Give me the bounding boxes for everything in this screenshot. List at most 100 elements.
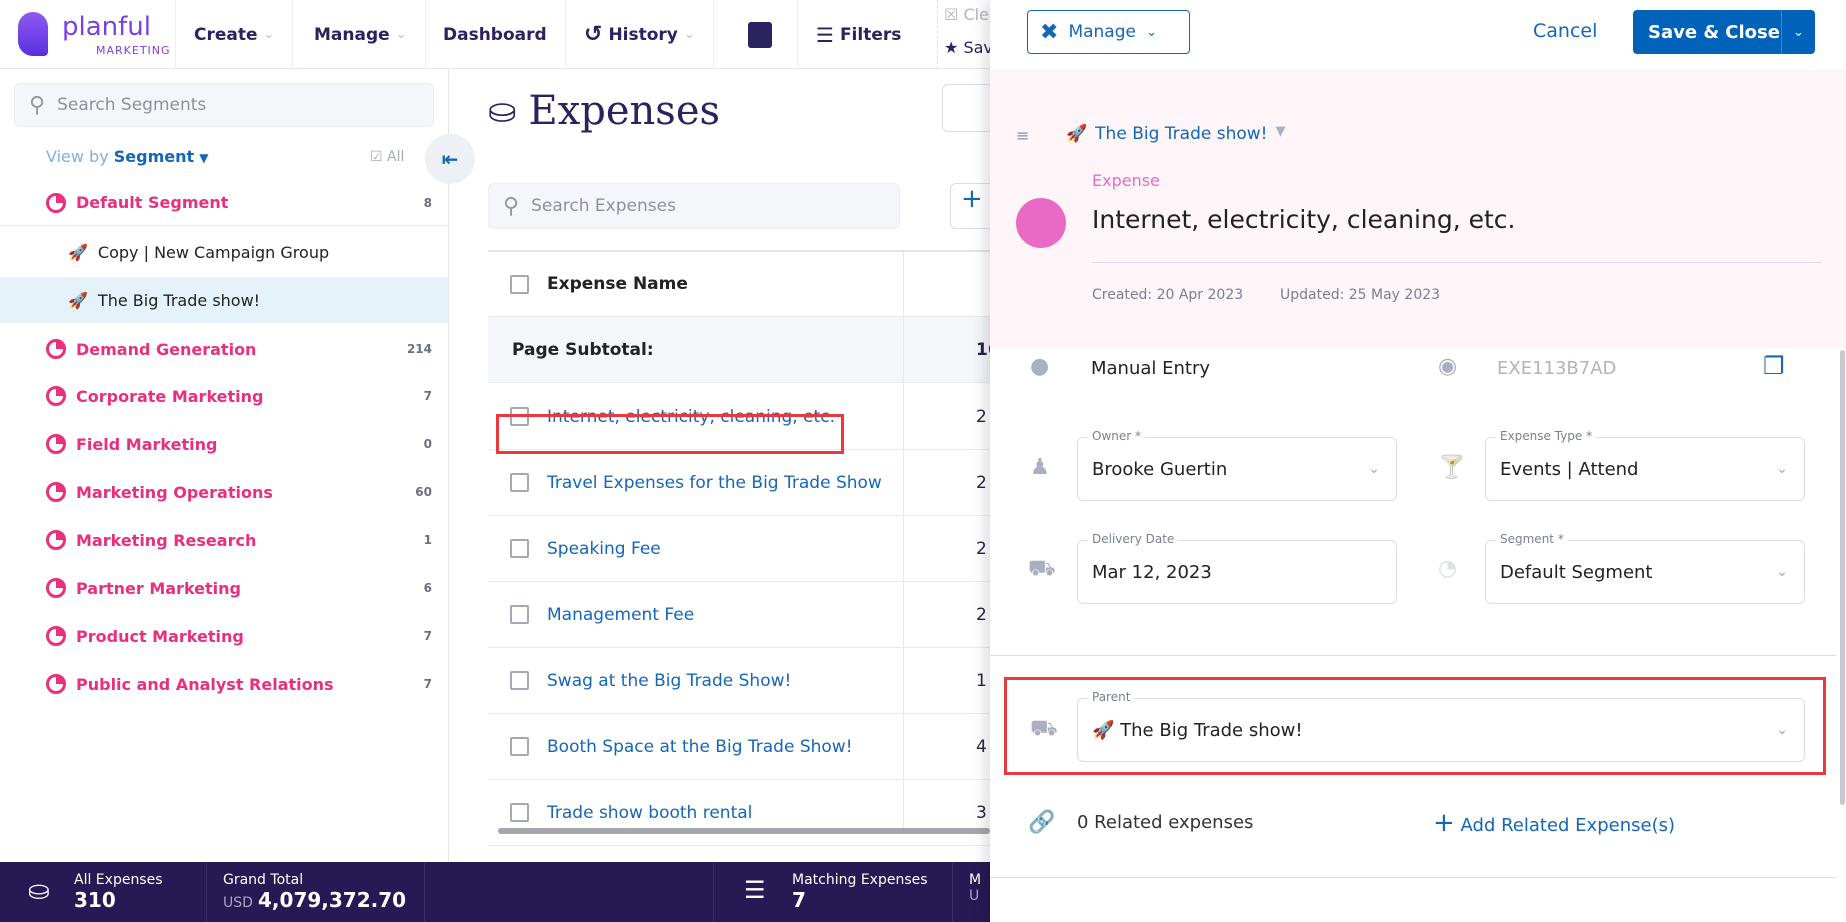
rocket-icon: 🚀 — [68, 242, 88, 262]
all-label: All — [387, 149, 405, 165]
segment-label: Demand Generation — [76, 339, 257, 359]
row-checkbox[interactable] — [510, 803, 529, 822]
updated-date: Updated: 25 May 2023 — [1280, 287, 1441, 303]
owner-select[interactable]: Owner * Brooke Guertin ⌄ — [1077, 429, 1397, 501]
nav-filters[interactable]: ☰ Filters — [798, 0, 938, 69]
segment-item[interactable]: Default Segment 8 — [0, 180, 448, 226]
chevron-down-icon: ⌄ — [1776, 564, 1788, 580]
nav-manage[interactable]: Manage ⌄ — [296, 0, 426, 69]
expense-amount: 2 — [976, 472, 987, 493]
segment-count: 8 — [423, 195, 432, 210]
chevron-down-icon: ⌄ — [683, 27, 695, 42]
manage-menu-button[interactable]: ✖ Manage ⌄ — [1027, 10, 1190, 54]
brand-name: planful — [62, 12, 151, 42]
nav-history-label: History — [608, 24, 678, 45]
row-checkbox[interactable] — [510, 473, 529, 492]
related-expenses-count: 0 Related expenses — [1077, 812, 1254, 833]
row-checkbox[interactable] — [510, 737, 529, 756]
expense-name-link[interactable]: Swag at the Big Trade Show! — [547, 671, 791, 691]
segment-item[interactable]: Demand Generation 214 — [0, 326, 448, 372]
expense-amount: 2 — [976, 406, 987, 427]
save-close-button[interactable]: Save & Close — [1633, 22, 1781, 43]
expense-name-link[interactable]: Management Fee — [547, 605, 694, 625]
arrow-left-icon: ⇤ — [441, 147, 459, 171]
expense-name-link[interactable]: Travel Expenses for the Big Trade Show — [547, 473, 882, 493]
highlight-box — [1004, 677, 1826, 775]
campaign-item-selected[interactable]: 🚀 The Big Trade show! — [0, 277, 448, 323]
cancel-button[interactable]: Cancel — [1533, 20, 1597, 42]
horizontal-scrollbar[interactable] — [498, 828, 990, 834]
save-options-dropdown[interactable]: ⌄ — [1781, 10, 1815, 54]
parent-breadcrumb[interactable]: 🚀 The Big Trade show! ▼ — [1066, 124, 1285, 144]
owner-value: Brooke Guertin — [1092, 458, 1228, 480]
breadcrumb-label: The Big Trade show! — [1095, 124, 1268, 144]
copy-icon[interactable]: ❐ — [1763, 352, 1785, 380]
segment-item[interactable]: Product Marketing 7 — [0, 613, 448, 659]
expense-type-select[interactable]: Expense Type * Events | Attend ⌄ — [1485, 429, 1805, 501]
search-expenses-input[interactable]: ⚲ Search Expenses — [488, 183, 900, 229]
search-icon: ⚲ — [29, 92, 46, 118]
expense-amount: 2 — [976, 604, 987, 625]
expense-amount: 2 — [976, 538, 987, 559]
segment-item[interactable]: Field Marketing 0 — [0, 421, 448, 467]
expense-type-value: Events | Attend — [1500, 458, 1639, 480]
segment-count: 7 — [423, 629, 432, 643]
expense-amount: 4 — [976, 736, 987, 757]
pie-chart-icon — [46, 192, 66, 213]
delivery-date-input[interactable]: Delivery Date Mar 12, 2023 — [1077, 532, 1397, 604]
expense-name-link[interactable]: Trade show booth rental — [547, 803, 752, 823]
fingerprint-icon: ◉ — [1438, 354, 1458, 379]
segment-label: Product Marketing — [76, 626, 244, 646]
sliders-icon: ☰ — [816, 22, 834, 47]
expense-title[interactable]: Internet, electricity, cleaning, etc. — [1092, 205, 1516, 234]
add-related-expense-button[interactable]: + Add Related Expense(s) — [1433, 808, 1675, 838]
coins-icon: ⛀ — [28, 876, 50, 906]
plus-icon: + — [1433, 808, 1455, 838]
segment-item[interactable]: Public and Analyst Relations 7 — [0, 661, 448, 707]
nav-history[interactable]: ↺ History ⌄ — [566, 0, 714, 69]
nav-create[interactable]: Create ⌄ — [175, 0, 294, 69]
truck-icon: ⛟ — [1028, 556, 1056, 581]
select-all-rows-checkbox[interactable] — [510, 274, 529, 294]
owner-label: Owner * — [1088, 429, 1145, 443]
more-stat: MU — [953, 862, 993, 922]
all-expenses-stat: ⛀ All Expenses 310 — [0, 862, 207, 922]
add-related-label: Add Related Expense(s) — [1460, 815, 1675, 836]
calendar-button[interactable] — [723, 0, 798, 69]
expense-id: EXE113B7AD — [1497, 358, 1617, 379]
row-checkbox[interactable] — [510, 671, 529, 690]
calendar-icon — [748, 21, 772, 48]
divider — [1092, 262, 1822, 263]
expense-name-link[interactable]: Speaking Fee — [547, 539, 661, 559]
search-segments-input[interactable]: ⚲ Search Segments — [14, 83, 434, 127]
record-type-label: Expense — [1092, 171, 1160, 190]
search-icon: ⚲ — [503, 193, 520, 219]
segment-select[interactable]: Segment * Default Segment ⌄ — [1485, 532, 1805, 604]
top-nav: planful MARKETING Create ⌄ Manage ⌄ Dashbo… — [0, 0, 1013, 69]
segment-label: Public and Analyst Relations — [76, 674, 334, 694]
column-header-expense-name[interactable]: Expense Name — [547, 274, 688, 294]
nav-dashboard[interactable]: Dashboard — [425, 0, 566, 69]
sliders-icon: ☰ — [744, 876, 766, 904]
view-by-label: View by — [46, 147, 109, 166]
segment-item[interactable]: Marketing Research 1 — [0, 517, 448, 563]
entry-source: Manual Entry — [1091, 358, 1211, 379]
pie-chart-icon — [46, 386, 66, 406]
row-checkbox[interactable] — [510, 605, 529, 624]
delivery-date-value: Mar 12, 2023 — [1092, 561, 1212, 583]
pie-chart-icon — [46, 578, 66, 598]
pie-chart-icon — [46, 674, 66, 694]
segment-item[interactable]: Corporate Marketing 7 — [0, 373, 448, 419]
chevron-down-icon: ▼ — [199, 151, 209, 165]
view-by-selector[interactable]: View by Segment ▼ — [46, 147, 209, 166]
campaign-item[interactable]: 🚀 Copy | New Campaign Group — [0, 229, 448, 275]
segment-item[interactable]: Partner Marketing 6 — [0, 565, 448, 611]
segment-label: Marketing Operations — [76, 482, 273, 502]
search-placeholder: Search Expenses — [531, 196, 676, 216]
select-all-checkbox[interactable]: ☑ All — [370, 149, 404, 165]
row-checkbox[interactable] — [510, 539, 529, 558]
collapse-sidebar-button[interactable]: ⇤ — [425, 134, 475, 184]
expense-name-link[interactable]: Booth Space at the Big Trade Show! — [547, 737, 853, 757]
panel-scrollbar[interactable] — [1840, 350, 1845, 805]
segment-item[interactable]: Marketing Operations 60 — [0, 469, 448, 515]
